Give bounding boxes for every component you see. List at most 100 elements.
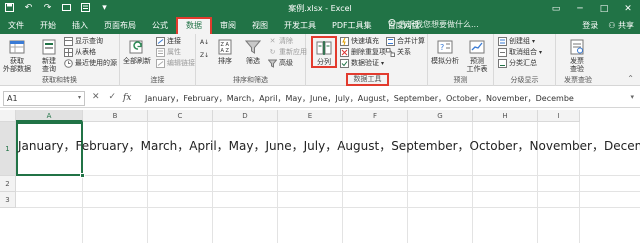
group-label-outline: 分级显示 — [510, 76, 539, 84]
name-box-value: A1 — [7, 94, 18, 103]
enter-icon[interactable]: ✓ — [109, 92, 117, 102]
relationships-button[interactable]: 关系 — [386, 48, 411, 57]
tab-8[interactable]: 开发工具 — [276, 17, 324, 34]
filter-button[interactable]: 筛选 — [242, 38, 264, 65]
minimize-icon[interactable]: ─ — [568, 0, 592, 17]
group-label-forecast: 预测 — [453, 76, 468, 84]
filter-icon — [244, 38, 262, 56]
clear-filter-button[interactable]: ✕ 清除 — [268, 37, 293, 46]
tab-4[interactable]: 公式 — [144, 17, 176, 34]
tab-9[interactable]: PDF工具集 — [324, 17, 380, 34]
sort-button[interactable]: Z AA Z 排序 — [214, 38, 236, 65]
insert-function-icon[interactable]: fx — [123, 93, 131, 103]
group-invoice: 发票 查验 发票查验 — [556, 34, 600, 86]
formula-input[interactable]: January，February，March，April，May，June，Ju… — [145, 93, 574, 104]
svg-text:?: ? — [440, 43, 444, 52]
collapse-ribbon-icon[interactable]: ⌃ — [627, 74, 634, 83]
advanced-filter-button[interactable]: 高级 — [268, 59, 293, 68]
group-label-sort-filter: 排序和筛选 — [233, 76, 268, 84]
sort-label: 排序 — [218, 57, 232, 65]
sort-ascending-icon: A↓ — [199, 39, 210, 46]
worksheet-grid: 321 IHGFEDCBA January，February，March，Apri… — [0, 110, 640, 243]
column-header-e[interactable]: E — [278, 110, 343, 122]
column-header-f[interactable]: F — [343, 110, 408, 122]
expand-formula-icon[interactable]: ▾ — [630, 93, 634, 101]
connections-button[interactable]: 连接 — [156, 37, 181, 46]
data-validation-label: 数据验证 — [351, 59, 379, 67]
forecast-sheet-button[interactable]: 预测 工作表 — [464, 38, 490, 73]
group-connections: 全部刷新 连接 属性 编辑链接 连接 — [120, 34, 196, 86]
database-icon — [8, 38, 26, 56]
column-header-h[interactable]: H — [473, 110, 538, 122]
tab-1[interactable]: 开始 — [32, 17, 64, 34]
row-header-3[interactable]: 3 — [0, 192, 16, 208]
new-query-icon — [40, 38, 58, 56]
edit-links-button[interactable]: 编辑链接 — [156, 59, 195, 68]
get-external-data-button[interactable]: 获取 外部数据 — [3, 38, 31, 73]
group-get-transform: 获取 外部数据 新建 查询 显示查询 从表格 最近使用的源 获取和转换 — [0, 34, 120, 86]
share-button[interactable]: ⚇ 共享 — [608, 20, 634, 31]
tab-7[interactable]: 视图 — [244, 17, 276, 34]
ribbon-display-icon[interactable]: ▭ — [544, 0, 568, 17]
invoice-check-button[interactable]: 发票 查验 — [562, 38, 592, 73]
cancel-icon[interactable]: ✕ — [92, 92, 100, 102]
filter-label: 筛选 — [246, 57, 260, 65]
clear-filter-label: 清除 — [279, 37, 293, 45]
name-box[interactable]: A1 ▾ — [3, 91, 85, 106]
what-if-analysis-button[interactable]: ? 模拟分析 — [430, 38, 460, 65]
clear-filter-icon: ✕ — [269, 37, 276, 45]
cell-a1-text: January，February，March，April，May，June，Ju… — [18, 139, 640, 153]
advanced-filter-label: 高级 — [279, 59, 293, 67]
group-sort-filter: A↓ Z↓ Z AA Z 排序 筛选 ✕ 清除 ↻ 重新应用 高级 排序和筛选 — [196, 34, 307, 86]
tab-2[interactable]: 插入 — [64, 17, 96, 34]
data-validation-icon — [340, 59, 349, 68]
tab-5[interactable]: 数据 — [176, 17, 212, 34]
maximize-icon[interactable]: □ — [592, 0, 616, 17]
subtotal-icon — [498, 59, 507, 68]
new-query-button[interactable]: 新建 查询 — [36, 38, 62, 73]
show-queries-button[interactable]: 显示查询 — [64, 37, 103, 46]
text-to-columns-label: 分列 — [317, 58, 331, 66]
tell-me-box[interactable]: 告诉我您想要做什么... — [388, 19, 479, 30]
select-all-corner[interactable] — [0, 110, 16, 122]
link-icon — [156, 37, 165, 46]
chevron-down-icon: ▾ — [539, 49, 543, 56]
column-header-d[interactable]: D — [213, 110, 278, 122]
ungroup-button[interactable]: 取消组合 ▾ — [498, 48, 542, 57]
row-gridline — [16, 191, 640, 192]
refresh-all-button[interactable]: 全部刷新 — [123, 38, 151, 65]
sort-za-button[interactable]: Z↓ — [200, 51, 209, 60]
reapply-button[interactable]: ↻ 重新应用 — [268, 48, 307, 57]
tab-6[interactable]: 审阅 — [212, 17, 244, 34]
group-button[interactable]: 创建组 ▾ — [498, 37, 535, 46]
column-header-i[interactable]: I — [538, 110, 580, 122]
remove-duplicates-button[interactable]: 删除重复项 — [340, 48, 386, 57]
text-to-columns-button[interactable]: 分列 — [311, 36, 337, 68]
sort-az-button[interactable]: A↓ — [200, 38, 209, 47]
fill-handle[interactable] — [80, 173, 85, 178]
consolidate-button[interactable]: 合并计算 — [386, 37, 425, 46]
column-header-a[interactable]: A — [16, 110, 83, 122]
data-validation-button[interactable]: 数据验证 ▾ — [340, 59, 384, 68]
row-header-1[interactable]: 1 — [0, 122, 16, 176]
group-label-get-transform: 获取和转换 — [42, 76, 77, 84]
from-table-button[interactable]: 从表格 — [64, 48, 96, 57]
column-header-g[interactable]: G — [408, 110, 473, 122]
login-link[interactable]: 登录 — [582, 20, 598, 31]
tab-3[interactable]: 页面布局 — [96, 17, 144, 34]
close-icon[interactable]: ✕ — [616, 0, 640, 17]
what-if-label: 模拟分析 — [431, 57, 459, 65]
column-header-c[interactable]: C — [148, 110, 213, 122]
properties-button[interactable]: 属性 — [156, 48, 181, 57]
subtotal-button[interactable]: 分类汇总 — [498, 59, 537, 68]
tab-0[interactable]: 文件 — [0, 17, 32, 34]
grid-icon — [64, 48, 73, 57]
recent-sources-button[interactable]: 最近使用的源 — [64, 59, 117, 68]
connections-label: 连接 — [167, 37, 181, 45]
row-gridline — [16, 207, 640, 208]
flash-fill-button[interactable]: 快速填充 — [340, 37, 379, 46]
column-header-b[interactable]: B — [83, 110, 148, 122]
from-table-label: 从表格 — [75, 48, 96, 56]
row-header-2[interactable]: 2 — [0, 176, 16, 192]
edit-links-label: 编辑链接 — [167, 59, 195, 67]
